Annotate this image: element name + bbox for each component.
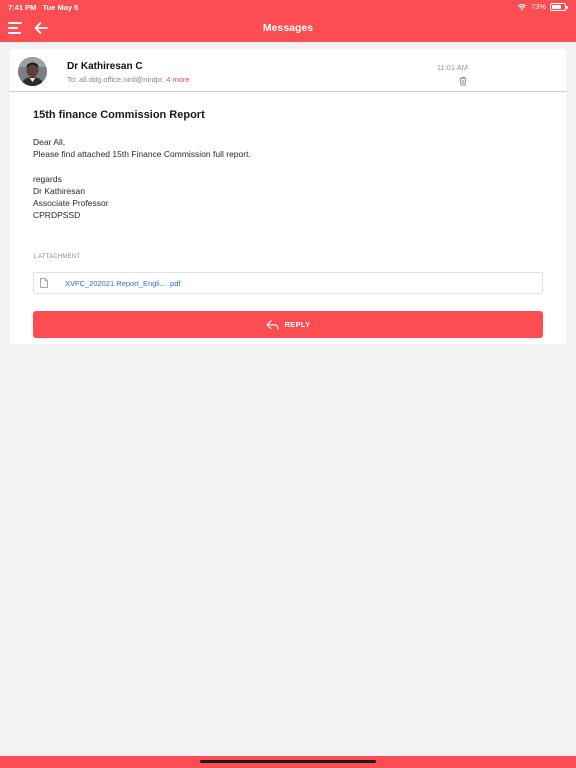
recipients-line: To: all.ddg.office.nird@nirdpr, 4 more [67, 75, 190, 84]
email-subject: 15th finance Commission Report [33, 109, 205, 121]
email-body: Dear All, Please find attached 15th Fina… [33, 136, 251, 221]
reply-button[interactable]: REPLY [33, 311, 543, 338]
sender-name: Dr Kathiresan C [67, 61, 143, 72]
body-line: Please find attached 15th Finance Commis… [33, 149, 251, 160]
file-icon [40, 278, 48, 288]
bottom-bar [0, 756, 576, 768]
to-address: all.ddg.office.nird@nirdpr, [79, 75, 165, 84]
wifi-icon [517, 3, 527, 10]
body-line: Dear All, [33, 137, 66, 147]
body-line: CPRDPSSD [33, 210, 81, 221]
attachment-item[interactable]: XVFC_202021 Report_Engli... .pdf [33, 272, 543, 294]
page-title: Messages [262, 22, 314, 34]
status-indicators: 73% [517, 2, 568, 11]
attachment-filename[interactable]: XVFC_202021 Report_Engli... .pdf [65, 279, 181, 288]
battery-icon [550, 2, 568, 11]
message-header: Dr Kathiresan C To: all.ddg.office.nird@… [10, 49, 566, 92]
body-line [33, 160, 251, 172]
top-bar: 7:41 PM Tue May 5 73% Messages [0, 0, 576, 42]
to-prefix: To: [67, 75, 78, 84]
status-time-value: 7:41 PM [8, 3, 37, 12]
avatar[interactable] [18, 57, 47, 86]
email-time: 11:01 AM [436, 63, 468, 72]
body-line: regards [33, 173, 62, 184]
battery-fill [552, 4, 561, 9]
body-line: Dr Kathiresan [33, 185, 85, 196]
attachments-count-label: 1 ATTACHMENT [33, 254, 81, 260]
status-time: 7:41 PM Tue May 5 [8, 3, 78, 12]
delete-button[interactable] [458, 73, 468, 86]
home-indicator[interactable] [200, 760, 376, 763]
body-line: Associate Professor [33, 197, 109, 208]
battery-percent: 73% [530, 2, 546, 11]
avatar-person-icon [18, 57, 47, 86]
trash-icon [459, 76, 467, 86]
message-card: Dr Kathiresan C To: all.ddg.office.nird@… [10, 49, 566, 344]
status-date-value: Tue May 5 [42, 3, 79, 12]
more-recipients-link[interactable]: 4 more [166, 75, 189, 84]
reply-icon [266, 319, 279, 330]
reply-label: REPLY [284, 320, 311, 329]
